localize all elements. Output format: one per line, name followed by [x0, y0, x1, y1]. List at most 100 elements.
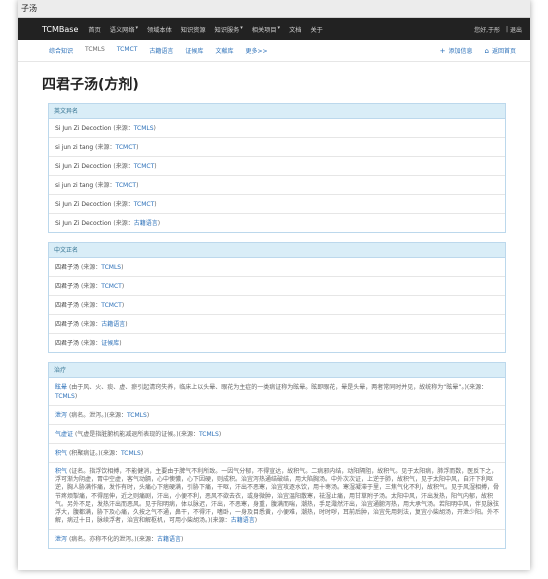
source-prefix: (来源：: [106, 412, 127, 419]
name-text: Si Jun Zi Decoction: [55, 201, 112, 208]
nav-item[interactable]: 知识资源: [181, 25, 206, 34]
nav-item[interactable]: 首页: [88, 25, 100, 34]
browser-window: 子汤 TCMBase 首页 语义网络 ▾ 领域本体 知识资源 知识服务 ▾ 相关项目 ▾ 文档 关于…: [18, 0, 530, 570]
chinese-names-header: 中文正名: [49, 243, 505, 258]
name-text: si jun zi tang: [55, 182, 94, 189]
source-suffix: ): [136, 182, 139, 189]
name-text: 四君子汤: [55, 283, 80, 290]
add-info-button[interactable]: + 添加信息: [440, 46, 473, 56]
chinese-names-panel: 中文正名 四君子汤 (来源：TCMLS) 四君子汤 (来源：TCMCT) 四君子汤 …: [48, 242, 506, 353]
source-suffix: ): [121, 264, 124, 271]
english-name-row: Si Jun Zi Decoction (来源：古籍语言): [49, 213, 505, 232]
subnav-item[interactable]: TCMCT: [117, 46, 138, 55]
nav-items: 首页 语义网络 ▾ 领域本体 知识资源 知识服务 ▾ 相关项目 ▾ 文档 关于: [88, 25, 331, 34]
treatment-term-link[interactable]: 积气: [55, 468, 67, 475]
brand-link[interactable]: TCMBase: [42, 25, 78, 34]
subnav-actions: + 添加信息 ⌂ 返回首页: [428, 46, 516, 56]
source-link[interactable]: TCMLS: [121, 450, 141, 457]
name-text: si jun zi tang: [55, 144, 94, 151]
source-prefix: (来源：: [113, 201, 134, 208]
nav-item[interactable]: 领域本体: [147, 25, 172, 34]
english-name-row: Si Jun Zi Decoction (来源：TCMCT): [49, 194, 505, 213]
source-link[interactable]: TCMCT: [101, 302, 122, 309]
source-suffix: ): [254, 517, 258, 525]
treatment-desc: (证名。指浮饮相搏，不能健消，主要由于脾气不利所致。一因气分郁，不得宣达，故积气…: [55, 468, 500, 525]
logout-link[interactable]: 退出: [510, 25, 522, 34]
source-link[interactable]: 证候库: [101, 340, 119, 347]
treatment-desc: (由于风、火、痰、虚、瘀引起清窍失养，临床上以头晕、眼花为主症的一类病证称为眩晕…: [68, 384, 467, 391]
source-link[interactable]: TCMLS: [199, 431, 219, 438]
english-name-row: Si Jun Zi Decoction (来源：TCMLS): [49, 119, 505, 137]
source-prefix: (来源：: [178, 431, 199, 438]
chinese-name-row: 四君子汤 (来源：TCMLS): [49, 258, 505, 276]
name-text: 四君子汤: [55, 340, 80, 347]
treatment-desc: (气虚是指脏腑机能减退所表现的证候。): [74, 431, 179, 438]
home-label: 返回首页: [491, 48, 516, 55]
source-link[interactable]: 古籍语言: [101, 321, 125, 328]
chinese-name-row: 四君子汤 (来源：证候库): [49, 333, 505, 352]
nav-item[interactable]: 知识服务: [215, 25, 240, 34]
subnav-item[interactable]: 文献库: [215, 46, 233, 55]
source-link[interactable]: TCMCT: [134, 201, 155, 208]
source-link[interactable]: TCMLS: [101, 264, 121, 271]
source-prefix: (来源：: [136, 536, 157, 544]
source-link[interactable]: 古籍语言: [157, 536, 181, 543]
user-greeting[interactable]: 您好,于彤: [474, 25, 500, 34]
treatment-row: 泄泻 (病名。亦称不化的泄泻。)(来源：古籍语言): [49, 529, 505, 548]
treatment-desc: (病名。亦称不化的泄泻。): [68, 536, 137, 544]
treatment-header: 治疗: [49, 363, 505, 378]
source-prefix: (来源：: [80, 340, 102, 347]
treatment-term-link[interactable]: 气虚证: [55, 431, 73, 438]
subnav-item[interactable]: 证候库: [185, 46, 203, 55]
top-navbar: TCMBase 首页 语义网络 ▾ 领域本体 知识资源 知识服务 ▾ 相关项目 ▾ 文档 关于 您好…: [18, 18, 530, 40]
chinese-name-row: 四君子汤 (来源：古籍语言): [49, 314, 505, 333]
nav-item[interactable]: 相关项目: [252, 25, 277, 34]
source-prefix: (来源：: [80, 321, 102, 328]
source-link[interactable]: TCMLS: [134, 125, 154, 132]
source-prefix: (来源：: [95, 182, 116, 189]
source-link[interactable]: 古籍语言: [134, 220, 158, 227]
source-link[interactable]: TCMCT: [101, 283, 122, 290]
treatment-row: 眩晕 (由于风、火、痰、虚、瘀引起清窍失养，临床上以头晕、眼花为主症的一类病证称…: [49, 378, 505, 405]
source-prefix: (来源：: [210, 517, 231, 525]
english-name-row: si jun zi tang (来源：TCMCT): [49, 175, 505, 194]
source-link[interactable]: TCMCT: [116, 144, 137, 151]
chinese-name-row: 四君子汤 (来源：TCMCT): [49, 276, 505, 295]
source-suffix: ): [74, 393, 78, 400]
english-names-header: 英文异名: [49, 104, 505, 119]
subnav-item[interactable]: 更多>>: [245, 46, 267, 55]
treatment-term-link[interactable]: 积气: [55, 450, 67, 457]
subnav-item[interactable]: TCMLS: [85, 46, 105, 55]
source-prefix: (来源：: [113, 163, 134, 170]
page-title: 四君子汤(方剂): [42, 77, 139, 93]
sub-items: 综合知识 TCMLS TCMCT 古籍语言 证候库 文献库 更多>>: [49, 46, 280, 55]
nav-item[interactable]: 文档: [289, 25, 301, 34]
source-link[interactable]: TCMCT: [134, 163, 155, 170]
caret-down-icon: ▾: [277, 24, 281, 31]
source-link[interactable]: TCMLS: [127, 412, 147, 419]
source-prefix: (来源：: [80, 302, 102, 309]
chinese-name-row: 四君子汤 (来源：TCMCT): [49, 295, 505, 314]
source-link[interactable]: TCMCT: [116, 182, 137, 189]
treatment-term-link[interactable]: 泄泻: [55, 412, 67, 419]
nav-item[interactable]: 语义网络: [110, 25, 135, 34]
source-link[interactable]: 古籍语言: [231, 517, 255, 524]
home-button[interactable]: ⌂ 返回首页: [485, 46, 516, 56]
treatment-term-link[interactable]: 眩晕: [55, 384, 67, 391]
subnav-item[interactable]: 综合知识: [49, 46, 73, 55]
source-suffix: ): [125, 321, 128, 328]
english-name-row: si jun zi tang (来源：TCMCT): [49, 137, 505, 156]
source-prefix: (来源：: [80, 264, 102, 271]
treatment-term-link[interactable]: 泄泻: [55, 536, 67, 543]
source-link[interactable]: TCMLS: [55, 393, 75, 400]
subnav-item[interactable]: 古籍语言: [149, 46, 173, 55]
treatment-row: 积气 (积聚病证。)(来源：TCMLS): [49, 443, 505, 462]
title-bar: 子汤: [18, 0, 530, 18]
window-title: 子汤: [21, 4, 37, 13]
source-suffix: ): [140, 450, 144, 457]
source-prefix: (来源：: [113, 125, 134, 132]
treatment-panel: 治疗 眩晕 (由于风、火、痰、虚、瘀引起清窍失养，临床上以头晕、眼花为主症的一类…: [48, 362, 506, 550]
source-suffix: ): [146, 412, 150, 419]
treatment-desc: (积聚病证。): [68, 450, 101, 457]
nav-item[interactable]: 关于: [310, 25, 322, 34]
